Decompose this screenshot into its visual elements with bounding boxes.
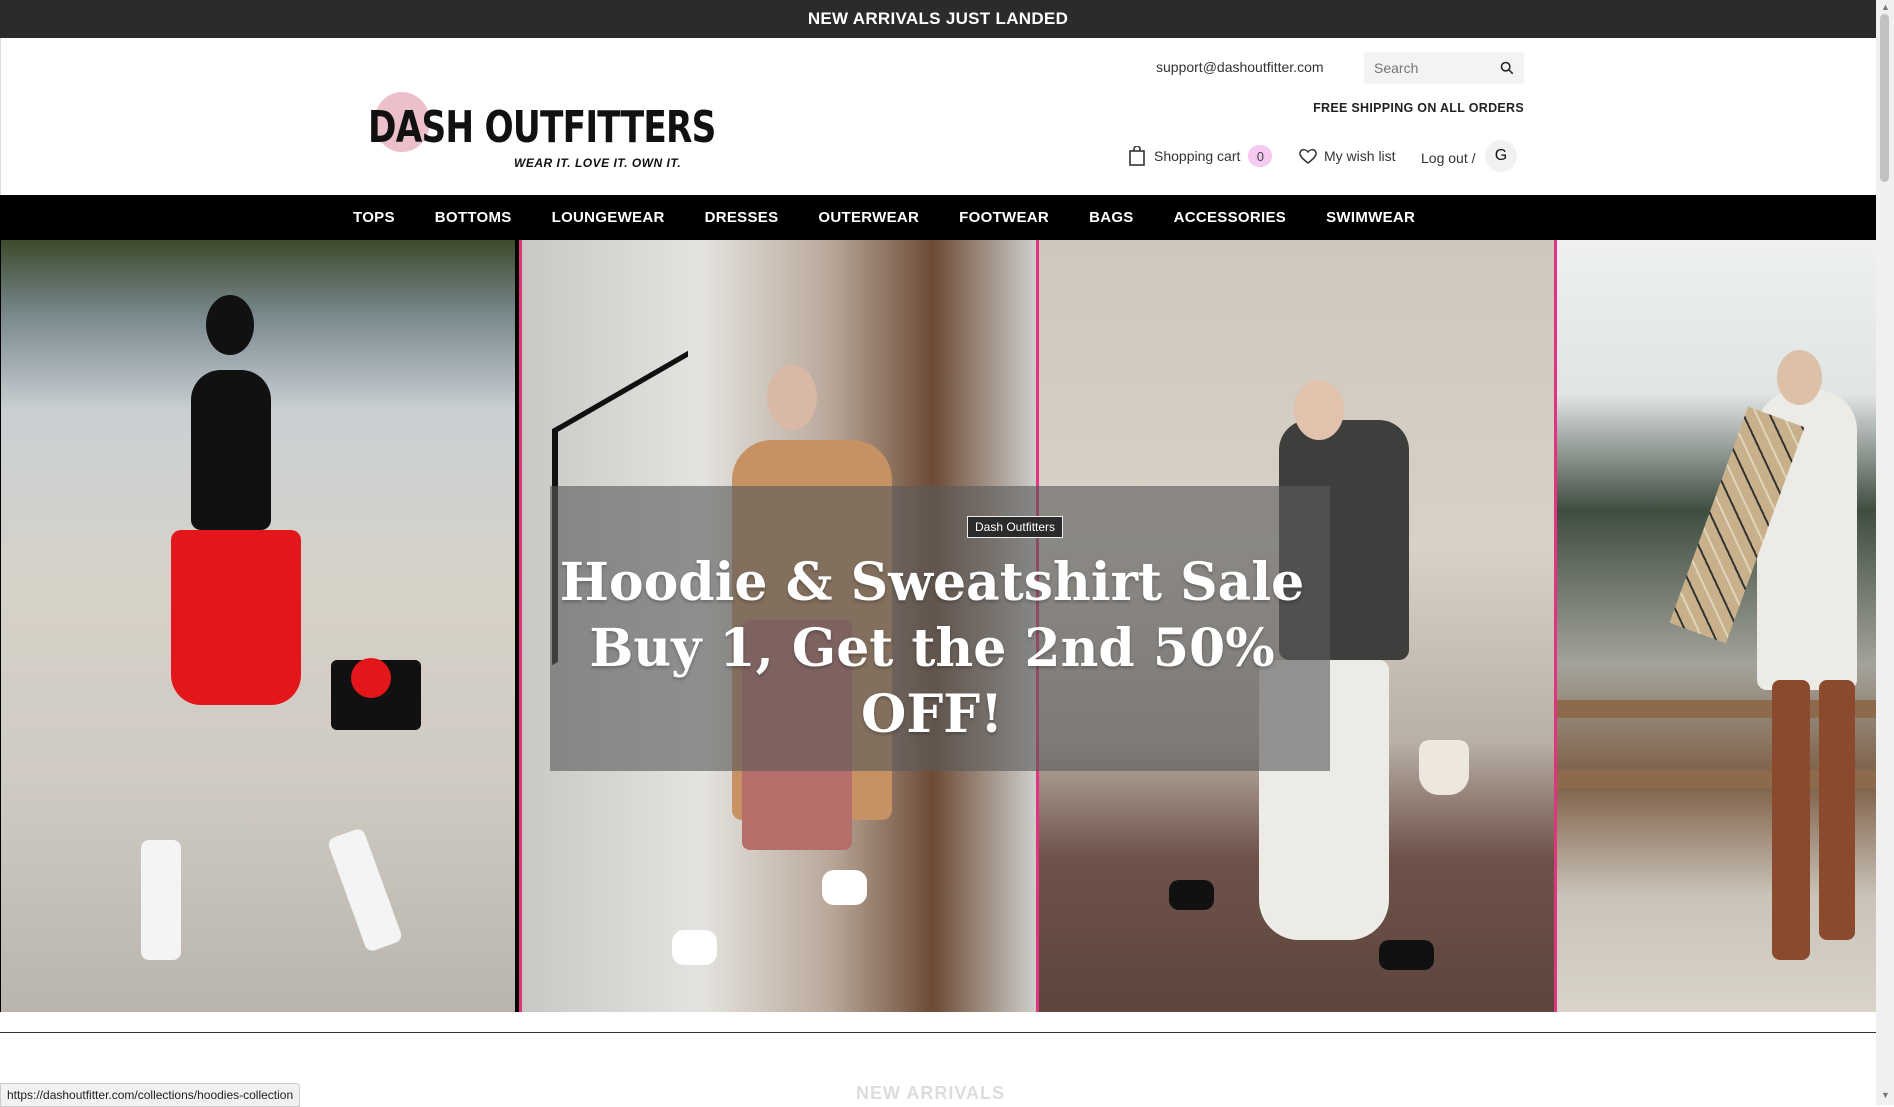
page-scrollbar[interactable]: ▲ ▼ bbox=[1876, 0, 1894, 1105]
shopping-bag-icon bbox=[1129, 146, 1145, 166]
free-shipping-notice: FREE SHIPPING ON ALL ORDERS bbox=[1313, 101, 1524, 115]
logout-link[interactable]: Log out / bbox=[1421, 150, 1476, 166]
hero-photo-red-skirt bbox=[1, 240, 515, 1012]
search-icon[interactable] bbox=[1500, 61, 1514, 75]
promo-headline-line2: Buy 1, Get the 2nd 50% OFF! bbox=[589, 618, 1275, 745]
heart-icon bbox=[1299, 148, 1317, 164]
nav-item-dresses[interactable]: DRESSES bbox=[705, 209, 779, 226]
site-header bbox=[0, 38, 1877, 195]
main-navigation: TOPS BOTTOMS LOUNGEWEAR DRESSES OUTERWEA… bbox=[0, 195, 1876, 240]
section-title: NEW ARRIVALS bbox=[856, 1083, 1005, 1103]
wishlist-link[interactable]: My wish list bbox=[1298, 147, 1396, 165]
hero-photo-sweater-dress bbox=[1554, 240, 1879, 1012]
hero-tooltip: Dash Outfitters bbox=[967, 516, 1064, 538]
nav-item-bottoms[interactable]: BOTTOMS bbox=[435, 209, 512, 226]
hero-banner[interactable]: Dash Outfitters Hoodie & Sweatshirt Sale… bbox=[0, 240, 1879, 1012]
nav-item-footwear[interactable]: FOOTWEAR bbox=[959, 209, 1049, 226]
announcement-text: NEW ARRIVALS JUST LANDED bbox=[807, 9, 1069, 28]
nav-item-outerwear[interactable]: OUTERWEAR bbox=[818, 209, 919, 226]
promo-headline-line1: Hoodie & Sweatshirt Sale bbox=[559, 552, 1305, 613]
announcement-bar: NEW ARRIVALS JUST LANDED bbox=[0, 0, 1876, 38]
link-status-bar: https://dashoutfitter.com/collections/ho… bbox=[0, 1083, 301, 1107]
scroll-down-arrow-icon[interactable]: ▼ bbox=[1881, 1090, 1890, 1100]
nav-item-swimwear[interactable]: SWIMWEAR bbox=[1326, 209, 1415, 226]
account-avatar[interactable]: G bbox=[1485, 140, 1517, 172]
nav-item-loungewear[interactable]: LOUNGEWEAR bbox=[552, 209, 665, 226]
cart-count-badge: 0 bbox=[1248, 145, 1273, 167]
promo-headline[interactable]: Hoodie & Sweatshirt Sale Buy 1, Get the … bbox=[520, 550, 1344, 748]
search-input[interactable] bbox=[1364, 59, 1496, 77]
scrollbar-thumb[interactable] bbox=[1880, 14, 1889, 182]
scroll-up-arrow-icon[interactable]: ▲ bbox=[1881, 2, 1890, 12]
cart-label: Shopping cart bbox=[1154, 148, 1241, 164]
logo-tagline: WEAR IT. LOVE IT. OWN IT. bbox=[514, 156, 682, 170]
search-box[interactable] bbox=[1364, 52, 1524, 84]
support-email-link[interactable]: support@dashoutfitter.com bbox=[1156, 59, 1324, 75]
nav-item-accessories[interactable]: ACCESSORIES bbox=[1174, 209, 1287, 226]
nav-item-bags[interactable]: BAGS bbox=[1089, 209, 1134, 226]
shopping-cart-link[interactable]: Shopping cart 0 bbox=[1128, 145, 1273, 167]
wishlist-label: My wish list bbox=[1324, 148, 1396, 164]
logo-wordmark: DASH OUTFITTERS bbox=[368, 102, 716, 153]
site-logo[interactable]: DASH OUTFITTERS WEAR IT. LOVE IT. OWN IT… bbox=[362, 62, 716, 172]
nav-item-tops[interactable]: TOPS bbox=[353, 209, 395, 226]
